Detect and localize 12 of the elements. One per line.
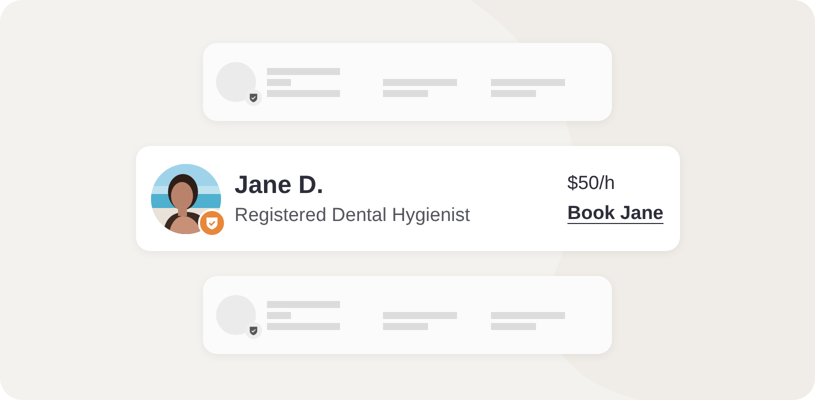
avatar-placeholder — [216, 62, 256, 102]
placeholder-bar — [382, 322, 428, 330]
hourly-rate: $50/h — [567, 172, 615, 194]
placeholder-bar — [267, 312, 291, 318]
placeholder-bar — [490, 322, 536, 330]
placeholder-bar — [267, 78, 291, 86]
job-title: Registered Dental Hygienist — [234, 204, 472, 226]
book-link[interactable]: Book Jane — [567, 202, 664, 224]
avatar-placeholder — [216, 295, 256, 335]
person-name: Jane D. — [234, 170, 324, 200]
placeholder-bar — [382, 90, 428, 96]
placeholder-bar — [490, 90, 536, 96]
